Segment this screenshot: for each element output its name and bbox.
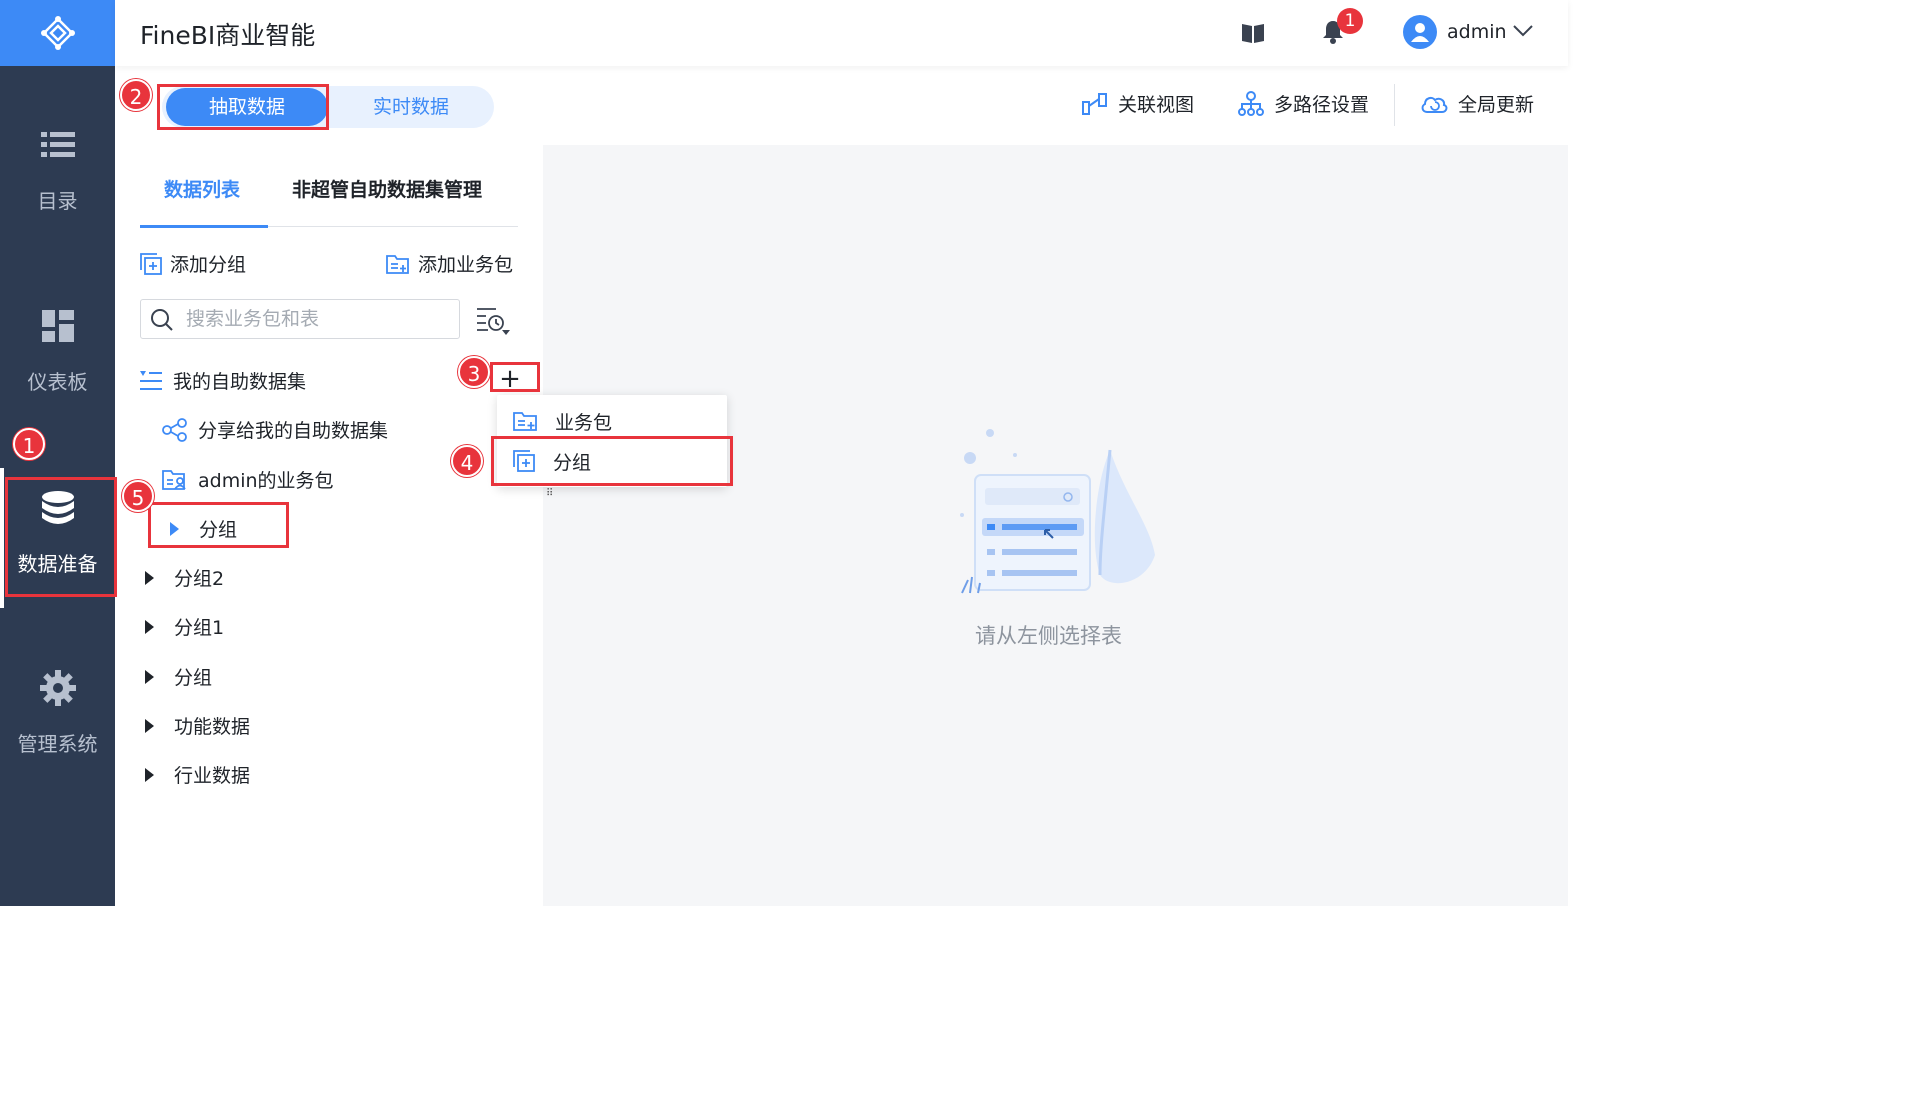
- tree-item-label: 分组2: [174, 568, 225, 590]
- tree-item-my-dataset[interactable]: 我的自助数据集: [139, 367, 306, 394]
- user-package-icon: [162, 469, 186, 490]
- highlight-box-extract: [157, 84, 329, 130]
- search-icon: [151, 309, 173, 331]
- cloud-refresh-icon: [1421, 96, 1448, 113]
- toolbar-divider: [1394, 84, 1395, 126]
- add-group-button[interactable]: 添加分组: [140, 250, 246, 277]
- add-package-label: 添加业务包: [418, 254, 514, 276]
- tree-item-label: 功能数据: [174, 716, 251, 738]
- add-group-label: 添加分组: [170, 254, 247, 276]
- tree-item-label: 分组1: [174, 617, 225, 639]
- global-update-label: 全局更新: [1458, 94, 1535, 116]
- relation-icon: [1082, 92, 1107, 115]
- expand-arrow-icon[interactable]: [145, 767, 154, 782]
- tree-item-group[interactable]: 功能数据: [145, 712, 250, 739]
- add-group-icon: [140, 252, 162, 275]
- global-update-button[interactable]: 全局更新: [1420, 90, 1534, 117]
- highlight-box-data-prep: [5, 477, 117, 597]
- nav-label: 管理系统: [17, 732, 98, 756]
- logo[interactable]: [0, 0, 115, 66]
- nav-item-dashboard[interactable]: 仪表板: [0, 296, 115, 416]
- search-input[interactable]: [186, 306, 446, 332]
- callout-badge: 3: [458, 356, 490, 388]
- menu-item-package[interactable]: 业务包: [497, 401, 727, 441]
- dashboard-icon: [41, 310, 74, 342]
- multipath-label: 多路径设置: [1274, 94, 1370, 116]
- add-package-icon: [513, 412, 537, 431]
- share-icon: [162, 417, 187, 442]
- callout-badge: 1: [13, 428, 45, 460]
- finebi-logo-icon: [40, 16, 75, 50]
- dataset-list-icon: [140, 370, 162, 390]
- tree-item-label: admin的业务包: [198, 470, 334, 492]
- empty-state-text: 请从左侧选择表: [975, 624, 1122, 648]
- notification-badge: 1: [1337, 8, 1363, 34]
- relation-view-label: 关联视图: [1118, 94, 1195, 116]
- tree-item-label: 分享给我的自助数据集: [198, 420, 389, 442]
- tab-non-admin-dataset[interactable]: 非超管自助数据集管理: [292, 175, 482, 202]
- tree-item-group[interactable]: 行业数据: [145, 761, 250, 788]
- relation-view-button[interactable]: 关联视图: [1082, 90, 1194, 117]
- tree-item-group[interactable]: 分组2: [145, 564, 224, 591]
- nav-label: 目录: [37, 189, 78, 213]
- gear-icon: [39, 670, 76, 706]
- expand-arrow-icon[interactable]: [145, 718, 154, 733]
- user-icon: [1411, 23, 1429, 42]
- realtime-data-button[interactable]: 实时数据: [332, 86, 490, 128]
- top-header: FineBI商业智能 1 admin: [115, 0, 1568, 66]
- empty-state-illustration: [960, 429, 1155, 594]
- nav-item-catalog[interactable]: 目录: [0, 115, 115, 235]
- tree-item-group[interactable]: 分组: [145, 663, 212, 690]
- book-icon[interactable]: [1241, 22, 1265, 44]
- callout-badge: 2: [120, 79, 152, 111]
- tree-item-shared-dataset[interactable]: 分享给我的自助数据集: [162, 416, 388, 443]
- multipath-button[interactable]: 多路径设置: [1238, 90, 1369, 117]
- hierarchy-icon: [1238, 90, 1264, 116]
- callout-badge: 5: [122, 480, 154, 512]
- filter-history-icon[interactable]: [476, 306, 512, 336]
- resize-handle[interactable]: ⠿: [546, 488, 553, 499]
- list-icon: [40, 132, 75, 157]
- nav-item-management[interactable]: 管理系统: [0, 658, 115, 778]
- add-package-icon: [386, 254, 409, 274]
- callout-badge: 4: [451, 445, 483, 477]
- highlight-box-new-group: [148, 502, 289, 548]
- highlight-box-group-item: [491, 436, 733, 486]
- expand-arrow-icon[interactable]: [145, 619, 154, 634]
- nav-label: 仪表板: [27, 370, 88, 394]
- avatar[interactable]: [1403, 15, 1437, 49]
- highlight-box-plus: [490, 362, 540, 392]
- tree-item-admin-package[interactable]: admin的业务包: [162, 466, 334, 493]
- menu-item-label: 业务包: [555, 411, 613, 434]
- search-box: [140, 299, 460, 339]
- chevron-down-icon[interactable]: [1513, 24, 1533, 38]
- app-title: FineBI商业智能: [140, 21, 316, 50]
- expand-arrow-icon[interactable]: [145, 570, 154, 585]
- tree-item-group[interactable]: 分组1: [145, 613, 224, 640]
- tab-active-indicator: [140, 225, 268, 228]
- tree-item-label: 我的自助数据集: [173, 371, 307, 393]
- tree-item-label: 行业数据: [174, 765, 251, 787]
- tree-item-label: 分组: [174, 667, 213, 689]
- username[interactable]: admin: [1447, 21, 1507, 43]
- panel-tabs: 数据列表 非超管自助数据集管理: [140, 165, 518, 228]
- expand-arrow-icon[interactable]: [145, 669, 154, 684]
- tab-data-list[interactable]: 数据列表: [164, 175, 240, 202]
- add-package-button[interactable]: 添加业务包: [386, 250, 513, 277]
